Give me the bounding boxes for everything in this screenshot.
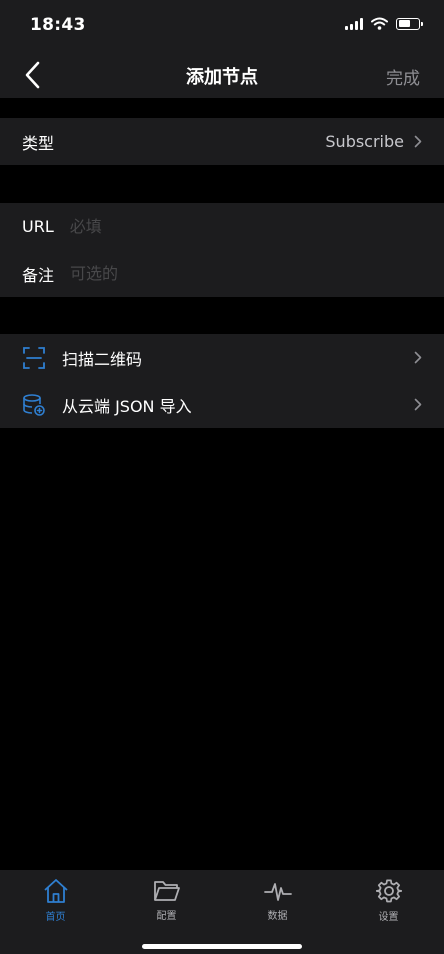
tab-home[interactable]: 首页: [0, 878, 111, 923]
status-icons: [345, 17, 423, 30]
cellular-signal-icon: [345, 17, 363, 30]
qr-scan-icon: [22, 346, 46, 370]
fields-group: URL 备注: [0, 203, 444, 297]
cloud-database-icon: [22, 393, 46, 417]
home-icon: [43, 878, 69, 904]
tab-data-label: 数据: [267, 911, 288, 922]
scan-qr-label: 扫描二维码: [62, 349, 143, 369]
tab-settings-label: 设置: [378, 912, 399, 923]
tab-bar: 首页 配置 数据 设置: [0, 870, 444, 954]
remark-label: 备注: [22, 265, 55, 285]
tab-home-label: 首页: [45, 912, 66, 923]
scan-qr-row[interactable]: 扫描二维码: [0, 334, 444, 381]
url-input[interactable]: [69, 217, 350, 236]
actions-group: 扫描二维码 从云端 JSON 导入: [0, 334, 444, 428]
chevron-right-icon: [414, 135, 422, 148]
remark-input[interactable]: [70, 264, 351, 283]
battery-icon: [396, 17, 423, 30]
import-json-label: 从云端 JSON 导入: [62, 396, 192, 416]
gear-icon: [375, 878, 402, 904]
tab-config-label: 配置: [156, 911, 177, 922]
pulse-icon: [263, 878, 292, 903]
chevron-right-icon: [414, 398, 422, 411]
navigation-bar: 添加节点 完成: [0, 52, 444, 98]
page-title: 添加节点: [186, 67, 258, 88]
status-time: 18:43: [30, 15, 86, 35]
tab-config[interactable]: 配置: [111, 878, 222, 922]
type-row[interactable]: 类型 Subscribe: [0, 118, 444, 165]
done-button[interactable]: 完成: [386, 64, 420, 89]
tab-data[interactable]: 数据: [222, 878, 333, 922]
import-json-row[interactable]: 从云端 JSON 导入: [0, 381, 444, 428]
chevron-right-icon: [414, 351, 422, 364]
type-label: 类型: [22, 133, 55, 153]
home-indicator: [142, 944, 302, 949]
folder-icon: [153, 878, 181, 903]
url-label: URL: [22, 217, 54, 236]
type-group: 类型 Subscribe: [0, 118, 444, 165]
wifi-icon: [371, 17, 388, 30]
type-value: Subscribe: [325, 132, 404, 151]
remark-row: 备注: [0, 250, 444, 297]
url-row: URL: [0, 203, 444, 250]
status-bar: 18:43: [0, 0, 444, 52]
tab-settings[interactable]: 设置: [333, 878, 444, 923]
